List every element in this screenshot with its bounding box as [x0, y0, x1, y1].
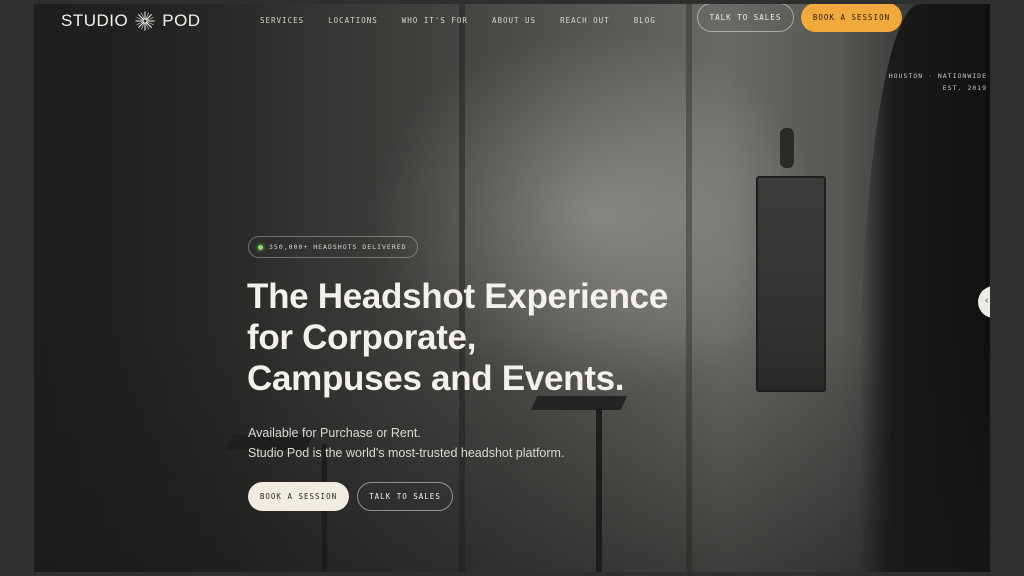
hero-section: STUDIO POD SERVICES LOCATIONS WHO IT'S F… [34, 4, 990, 572]
chevron-left-icon: ‹ [985, 295, 989, 306]
starburst-icon [135, 11, 155, 31]
main-nav: SERVICES LOCATIONS WHO IT'S FOR ABOUT US… [260, 12, 656, 29]
side-tab-handle[interactable]: ‹ [978, 286, 990, 318]
nav-item-locations[interactable]: LOCATIONS [328, 12, 378, 29]
hero-book-session-button[interactable]: BOOK A SESSION [248, 482, 349, 511]
talk-to-sales-button[interactable]: TALK TO SALES [697, 4, 794, 32]
stats-badge: 350,000+ HEADSHOTS DELIVERED [248, 236, 418, 258]
headline-line: The Headshot Experience [247, 277, 669, 316]
headline-line: for Corporate, [247, 318, 477, 357]
hero-talk-to-sales-button[interactable]: TALK TO SALES [357, 482, 453, 511]
subtext-line: Available for Purchase or Rent. [248, 426, 421, 440]
nav-item-who-its-for[interactable]: WHO IT'S FOR [402, 12, 468, 29]
badge-text: 350,000+ HEADSHOTS DELIVERED [269, 243, 407, 251]
nav-item-about-us[interactable]: ABOUT US [492, 12, 536, 29]
headline-line: Campuses and Events. [247, 359, 625, 398]
brand-name-right: POD [162, 11, 201, 30]
subtext-line: Studio Pod is the world's most-trusted h… [248, 446, 565, 460]
nav-item-blog[interactable]: BLOG [634, 12, 656, 29]
brand-logo[interactable]: STUDIO POD [61, 7, 201, 35]
established-line: EST. 2019 [942, 84, 987, 92]
nav-item-reach-out[interactable]: REACH OUT [560, 12, 610, 29]
book-session-button[interactable]: BOOK A SESSION [801, 4, 902, 32]
nav-item-services[interactable]: SERVICES [260, 12, 304, 29]
hero-subtext: Available for Purchase or Rent. Studio P… [248, 423, 564, 463]
brand-name-left: STUDIO [61, 11, 129, 30]
status-dot-icon [258, 244, 263, 250]
hero-headline: The Headshot Experience for Corporate, C… [247, 276, 668, 399]
location-info: HOUSTON · NATIONWIDE EST. 2019 [889, 70, 987, 94]
location-line: HOUSTON · NATIONWIDE [888, 72, 987, 80]
